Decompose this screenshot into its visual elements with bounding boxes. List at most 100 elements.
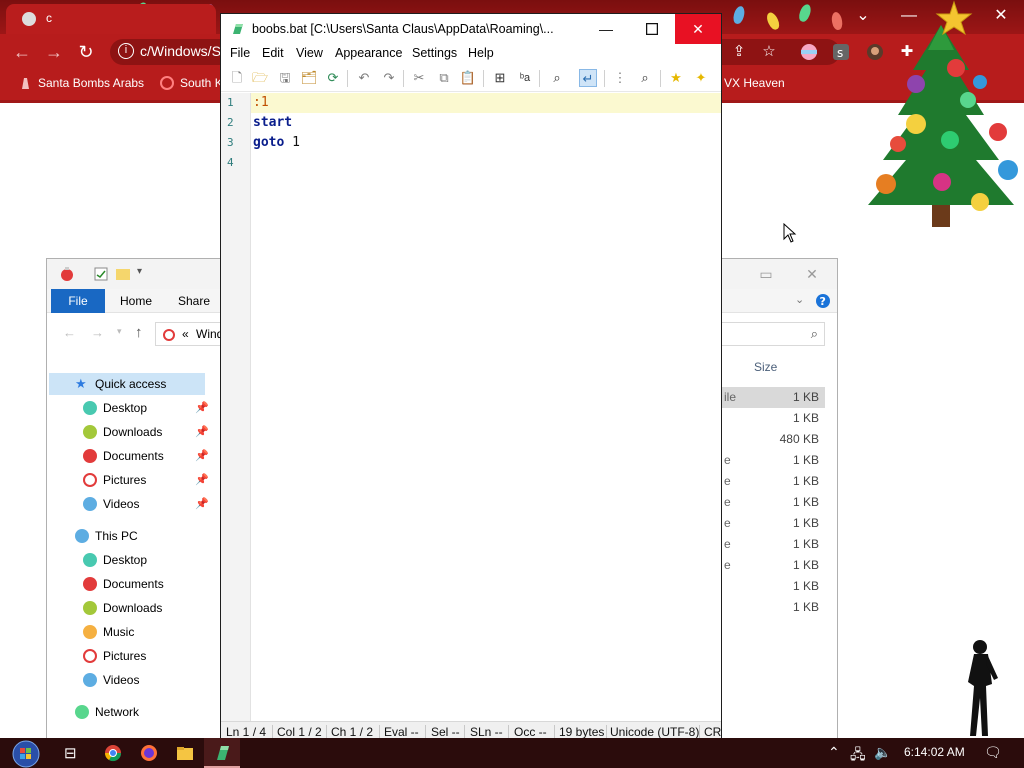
nav-item-documents[interactable]: Documents — [49, 573, 219, 595]
code-line[interactable]: goto 1 — [251, 133, 721, 153]
new-file-icon[interactable]: 🗋 — [228, 69, 246, 87]
code-line[interactable]: :1 — [251, 93, 721, 113]
nav-item-videos[interactable]: Videos 📌 — [49, 493, 219, 515]
redo-icon[interactable]: ↷ — [380, 69, 398, 87]
file-row[interactable]: e 1 KB — [721, 534, 825, 555]
file-row[interactable]: e 1 KB — [721, 450, 825, 471]
up-arrow-icon[interactable]: ↑ — [135, 324, 143, 341]
nav-item-pictures[interactable]: Pictures — [49, 645, 219, 667]
menu-file[interactable]: File — [230, 46, 250, 60]
close-icon[interactable]: ✕ — [789, 259, 835, 289]
nav-item-this-pc[interactable]: This PC — [49, 525, 219, 547]
help-icon[interactable]: ? — [815, 293, 831, 309]
back-arrow-icon[interactable]: ← — [12, 42, 32, 62]
nav-item-quick-access[interactable]: ★ Quick access — [49, 373, 205, 395]
file-row[interactable]: ile 1 KB — [721, 387, 825, 408]
column-header-size[interactable]: Size — [721, 353, 825, 381]
forward-arrow-icon[interactable]: → — [91, 325, 104, 340]
notifications-icon[interactable]: 🗨 — [984, 744, 1002, 761]
chevron-up-icon[interactable]: ⌃ — [828, 744, 840, 761]
file-row[interactable]: e 1 KB — [721, 471, 825, 492]
status-encoding[interactable]: Unicode (UTF-8) — [610, 725, 699, 739]
code-editor[interactable]: 1 2 3 4 :1 start goto 1 — [221, 93, 721, 721]
taskbar-file-explorer[interactable] — [166, 738, 202, 768]
nav-item-downloads[interactable]: Downloads — [49, 597, 219, 619]
new-folder-icon[interactable] — [115, 266, 131, 282]
copy-icon[interactable]: ⧉ — [435, 69, 453, 87]
maximize-icon[interactable]: ▭ — [743, 259, 789, 289]
close-button[interactable]: ✕ — [675, 14, 721, 44]
undo-icon[interactable]: ↶ — [355, 69, 373, 87]
volume-icon[interactable]: 🔈 — [874, 744, 891, 761]
browser-tab[interactable]: c — [6, 4, 216, 34]
file-row[interactable]: e 1 KB — [721, 513, 825, 534]
nav-item-desktop[interactable]: Desktop 📌 — [49, 397, 219, 419]
system-clock[interactable]: 6:14:02 AM — [904, 745, 965, 759]
back-arrow-icon[interactable]: ← — [63, 325, 76, 340]
taskbar-notepad[interactable] — [204, 738, 240, 768]
file-row[interactable]: 1 KB — [721, 597, 825, 618]
minimize-button[interactable]: — — [583, 14, 629, 44]
menu-settings[interactable]: Settings — [412, 46, 457, 60]
menu-view[interactable]: View — [296, 46, 323, 60]
tab-file[interactable]: File — [51, 289, 105, 313]
replace-icon[interactable]: ᵇa — [516, 69, 534, 87]
scheme-icon[interactable]: ⋮ — [611, 69, 629, 87]
save-icon[interactable]: 🖫 — [276, 69, 294, 87]
browse-icon[interactable]: ⟳ — [324, 69, 342, 87]
status-line[interactable]: Ln 1 / 4 — [226, 725, 266, 739]
nav-item-music[interactable]: Music — [49, 621, 219, 643]
word-wrap-icon[interactable]: ↵ — [579, 69, 597, 87]
extension-flag-icon[interactable] — [800, 43, 818, 61]
find-icon[interactable]: ⊞ — [491, 69, 509, 87]
tab-share[interactable]: Share — [167, 289, 221, 313]
tab-home[interactable]: Home — [109, 289, 163, 313]
extension-s-icon[interactable]: s — [832, 43, 850, 61]
open-folder-icon[interactable]: 🗁 — [251, 69, 269, 87]
bookmark-star-icon[interactable]: ☆ — [760, 43, 778, 61]
nav-item-pictures[interactable]: Pictures 📌 — [49, 469, 219, 491]
info-icon[interactable]: i — [118, 43, 134, 59]
file-row[interactable]: 1 KB — [721, 576, 825, 597]
nav-item-network[interactable]: Network — [49, 701, 219, 723]
reload-icon[interactable]: ↻ — [76, 42, 96, 62]
file-row[interactable]: 1 KB — [721, 408, 825, 429]
zoom-icon[interactable]: ⌕ — [548, 69, 566, 87]
forward-arrow-icon[interactable]: → — [44, 42, 64, 62]
chevron-down-icon[interactable]: ▾ — [117, 326, 122, 337]
task-view-button[interactable]: ⊟ — [54, 738, 90, 768]
network-icon[interactable]: 🖧 — [850, 744, 866, 768]
share-icon[interactable]: ⇪ — [730, 43, 748, 61]
chevron-down-icon[interactable]: ⌄ — [795, 293, 804, 306]
file-row[interactable]: 480 KB — [721, 429, 825, 450]
nav-item-videos[interactable]: Videos — [49, 669, 219, 691]
breadcrumb-overflow[interactable]: « — [182, 327, 189, 341]
taskbar-firefox[interactable] — [130, 738, 166, 768]
chevron-down-icon[interactable]: ▾ — [137, 266, 153, 282]
status-line-ending[interactable]: CR — [704, 725, 721, 739]
save-as-icon[interactable]: 🗂 — [300, 69, 318, 87]
search-input[interactable]: ⌕ — [707, 322, 825, 346]
start-button[interactable] — [4, 738, 48, 768]
file-row[interactable]: e 1 KB — [721, 492, 825, 513]
menu-appearance[interactable]: Appearance — [335, 46, 402, 60]
code-line[interactable]: start — [251, 113, 721, 133]
code-line[interactable] — [251, 153, 721, 173]
cut-icon[interactable]: ✂ — [410, 69, 428, 87]
file-row[interactable]: e 1 KB — [721, 555, 825, 576]
paste-icon[interactable]: 📋 — [459, 69, 477, 87]
nav-item-documents[interactable]: Documents 📌 — [49, 445, 219, 467]
notepad-titlebar[interactable]: boobs.bat [C:\Users\Santa Claus\AppData\… — [221, 14, 721, 44]
nav-item-desktop[interactable]: Desktop — [49, 549, 219, 571]
favorites-star-icon[interactable]: ★ — [667, 69, 685, 87]
taskbar-chrome[interactable] — [94, 738, 130, 768]
menu-help[interactable]: Help — [468, 46, 494, 60]
add-favorite-icon[interactable]: ✦ — [692, 69, 710, 87]
zoom-in-icon[interactable]: ⌕ — [636, 69, 654, 87]
bookmark-santa-bombs-arabs[interactable]: Santa Bombs Arabs — [18, 76, 144, 90]
maximize-button[interactable] — [629, 14, 675, 44]
bookmark-south-k[interactable]: South K — [160, 76, 223, 90]
menu-edit[interactable]: Edit — [262, 46, 284, 60]
nav-item-downloads[interactable]: Downloads 📌 — [49, 421, 219, 443]
properties-icon[interactable] — [93, 266, 109, 282]
